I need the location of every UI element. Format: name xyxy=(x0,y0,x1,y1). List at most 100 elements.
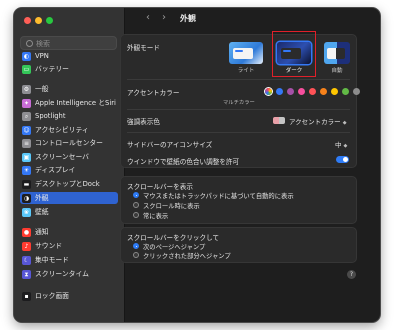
sidebar-item-label: スクリーンセーバ xyxy=(35,153,89,161)
click-scrollbar-label: スクロールバーをクリックして xyxy=(127,234,220,242)
sidebar-item-label: Apple Intelligence とSiri xyxy=(35,99,116,107)
wallpaper-tint-toggle[interactable] xyxy=(336,156,349,163)
sidebar-item-label: VPN xyxy=(35,52,49,60)
chevron-updown-icon: ◆ xyxy=(342,120,347,126)
highlight-swatch xyxy=(273,117,285,124)
sidebar-item[interactable]: ✦ Apple Intelligence とSiri xyxy=(20,97,118,109)
sidebar-icon-size-popup[interactable]: 中 ◆ xyxy=(335,139,353,149)
display-icon: ☀ xyxy=(22,165,31,175)
chevron-updown-icon: ◆ xyxy=(343,143,348,149)
close-button[interactable] xyxy=(24,17,31,24)
scrollbar-click-card: スクロールバーをクリックして 次のページへジャンプクリックされた部分へジャンプ xyxy=(120,227,357,263)
radio-label: マウスまたはトラックパッドに基づいて自動的に表示 xyxy=(143,193,294,200)
sidebar-item[interactable]: ⧗ スクリーンタイム xyxy=(20,268,118,280)
sidebar-item[interactable]: ▣ スクリーンセーバ xyxy=(20,151,118,163)
sidebar-item-label: 集中モード xyxy=(35,256,69,264)
battery-icon: ▭ xyxy=(22,64,31,74)
accent-swatch[interactable] xyxy=(353,88,360,95)
sidebar-item-label: Spotlight xyxy=(35,112,66,120)
divider xyxy=(127,79,350,80)
radio-label: 常に表示 xyxy=(143,213,169,220)
sidebar-item-label: ロック画面 xyxy=(35,292,69,300)
search-icon xyxy=(26,40,33,47)
sidebar-item-label: 壁紙 xyxy=(35,208,49,216)
page-title: 外観 xyxy=(180,14,196,23)
sidebar-item[interactable]: ☺ アクセシビリティ xyxy=(20,124,118,136)
sidebar-item[interactable]: ▬ デスクトップとDock xyxy=(20,178,118,190)
wallpaper-tint-label: ウインドウで壁紙の色合い調整を許可 xyxy=(127,158,240,166)
accent-swatch[interactable] xyxy=(287,88,294,95)
scrollbar-visibility-card: スクロールバーを表示 マウスまたはトラックパッドに基づいて自動的に表示 スクロール… xyxy=(120,176,357,224)
accessibility-icon: ☺ xyxy=(22,125,31,135)
moon-icon: ☾ xyxy=(22,255,31,265)
sidebar-item[interactable]: ● 通知 xyxy=(20,226,118,238)
accent-swatch[interactable] xyxy=(298,88,305,95)
accent-swatch[interactable] xyxy=(331,88,338,95)
sidebar-item[interactable]: ⌕ Spotlight xyxy=(20,110,118,122)
title-bar: ‹ › 外観 xyxy=(124,8,380,32)
show-scrollbars-label: スクロールバーを表示 xyxy=(127,183,193,191)
sidebar-item-label: アクセシビリティ xyxy=(35,126,89,134)
sidebar-item-label: サウンド xyxy=(35,242,63,250)
auto-mode-thumbnail[interactable] xyxy=(324,42,350,64)
sidebar-item[interactable]: ▭ バッテリー xyxy=(20,63,118,75)
search-field[interactable]: 検索 xyxy=(20,36,117,50)
zoom-button[interactable] xyxy=(46,17,53,24)
accent-swatch[interactable] xyxy=(309,88,316,95)
sidebar-item[interactable]: ⚙ 一般 xyxy=(20,83,118,95)
radio-label: クリックされた部分へジャンプ xyxy=(143,253,231,260)
sidebar-item[interactable]: ♪ サウンド xyxy=(20,240,118,252)
sidebar-item[interactable]: ☀ ディスプレイ xyxy=(20,164,118,176)
sidebar-item-label: バッテリー xyxy=(35,65,69,73)
sidebar-item-label: デスクトップとDock xyxy=(35,180,100,188)
window-controls xyxy=(24,17,53,24)
radio-label: 次のページへジャンプ xyxy=(143,244,206,251)
highlight-color-label: 強調表示色 xyxy=(127,118,160,126)
sidebar-item[interactable]: ❀ 壁紙 xyxy=(20,206,118,218)
magnifier-icon: ⌕ xyxy=(22,111,31,121)
sidebar-item[interactable]: ◐ VPN xyxy=(20,50,118,62)
accent-swatch[interactable] xyxy=(320,88,327,95)
light-mode-thumbnail[interactable] xyxy=(229,42,263,64)
appearance-card: 外観モード ライト ダーク 自動 アクセントカラー マルチカラー 強調表示色 ア… xyxy=(120,31,360,166)
radio-button[interactable] xyxy=(133,192,139,198)
radio-button[interactable] xyxy=(133,252,139,258)
divider xyxy=(127,132,350,133)
accent-swatch[interactable] xyxy=(276,88,283,95)
sidebar-icon-size-label: サイドバーのアイコンサイズ xyxy=(127,141,213,149)
sidebar-item-label: 外観 xyxy=(35,194,49,202)
sidebar-item-label: ディスプレイ xyxy=(35,166,76,174)
accent-swatch[interactable] xyxy=(265,88,272,95)
sidebar-item[interactable]: ≡ コントロールセンター xyxy=(20,137,118,149)
lock-icon: ▪ xyxy=(22,291,31,301)
minimize-button[interactable] xyxy=(35,17,42,24)
dock-icon: ▬ xyxy=(22,179,31,189)
speaker-icon: ♪ xyxy=(22,241,31,251)
radio-button[interactable] xyxy=(133,243,139,249)
sidebar-item[interactable]: ◑ 外観 xyxy=(20,192,118,204)
wallpaper-icon: ❀ xyxy=(22,207,31,217)
bell-icon: ● xyxy=(22,227,31,237)
sidebar: 検索 ◐ VPN ▭ バッテリー ⚙ 一般 ✦ Apple Intelligence とSir… xyxy=(14,8,125,322)
appearance-icon: ◑ xyxy=(22,193,31,203)
highlight-color-popup[interactable]: アクセントカラー ◆ xyxy=(273,116,353,126)
back-button[interactable]: ‹ xyxy=(146,12,150,23)
search-placeholder: 検索 xyxy=(36,40,50,48)
accent-swatch[interactable] xyxy=(342,88,349,95)
apple-intelligence-icon: ✦ xyxy=(22,98,31,108)
light-mode-caption: ライト xyxy=(237,68,255,74)
radio-button[interactable] xyxy=(133,202,139,208)
sidebar-item[interactable]: ▪ ロック画面 xyxy=(20,290,118,302)
help-button[interactable]: ? xyxy=(347,270,356,279)
highlight-color-value: アクセントカラー xyxy=(289,118,341,126)
forward-button[interactable]: › xyxy=(162,12,166,23)
sidebar-item[interactable]: ☾ 集中モード xyxy=(20,254,118,266)
radio-button[interactable] xyxy=(133,212,139,218)
sidebar-item-label: 通知 xyxy=(35,228,49,236)
accent-caption: マルチカラー xyxy=(223,100,255,106)
dark-mode-caption: ダーク xyxy=(285,68,303,74)
divider xyxy=(127,109,350,110)
dark-mode-thumbnail[interactable] xyxy=(277,42,311,64)
radio-label: スクロール時に表示 xyxy=(143,203,200,210)
accent-color-label: アクセントカラー xyxy=(127,89,180,97)
